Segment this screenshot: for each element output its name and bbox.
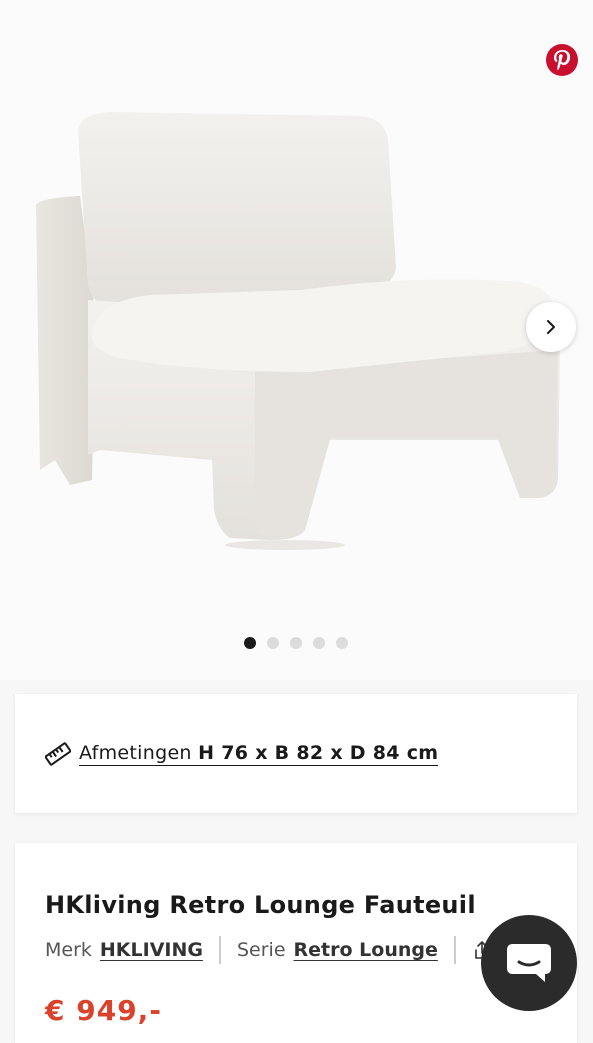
product-image-gallery[interactable] bbox=[0, 0, 593, 680]
product-image bbox=[36, 112, 560, 550]
gallery-dot[interactable] bbox=[290, 637, 302, 649]
dimensions-card[interactable]: Afmetingen H 76 x B 82 x D 84 cm bbox=[15, 694, 577, 813]
divider bbox=[218, 936, 221, 964]
product-price: € 949,- bbox=[45, 994, 162, 1027]
next-image-button[interactable] bbox=[526, 302, 576, 352]
pinterest-icon[interactable] bbox=[546, 44, 578, 76]
product-title: HKliving Retro Lounge Fauteuil bbox=[45, 891, 476, 919]
dimensions-label: Afmetingen bbox=[79, 741, 192, 764]
gallery-pagination bbox=[244, 637, 348, 649]
divider bbox=[453, 936, 456, 964]
series-link[interactable]: Retro Lounge bbox=[294, 939, 438, 961]
ruler-icon bbox=[45, 741, 71, 766]
chevron-right-icon bbox=[547, 320, 555, 334]
gallery-dot[interactable] bbox=[244, 637, 256, 649]
chat-button[interactable] bbox=[481, 915, 577, 1011]
gallery-dot[interactable] bbox=[336, 637, 348, 649]
brand-link[interactable]: HKLIVING bbox=[100, 939, 203, 961]
gallery-dot[interactable] bbox=[267, 637, 279, 649]
series-label: Serie bbox=[236, 939, 286, 961]
brand-label: Merk bbox=[45, 939, 92, 961]
product-meta: Merk HKLIVING Serie Retro Lounge bbox=[45, 936, 547, 964]
dimensions-link[interactable]: Afmetingen H 76 x B 82 x D 84 cm bbox=[79, 741, 439, 766]
chat-icon bbox=[507, 944, 551, 982]
gallery-dot[interactable] bbox=[313, 637, 325, 649]
dimensions-value: H 76 x B 82 x D 84 cm bbox=[198, 741, 439, 764]
